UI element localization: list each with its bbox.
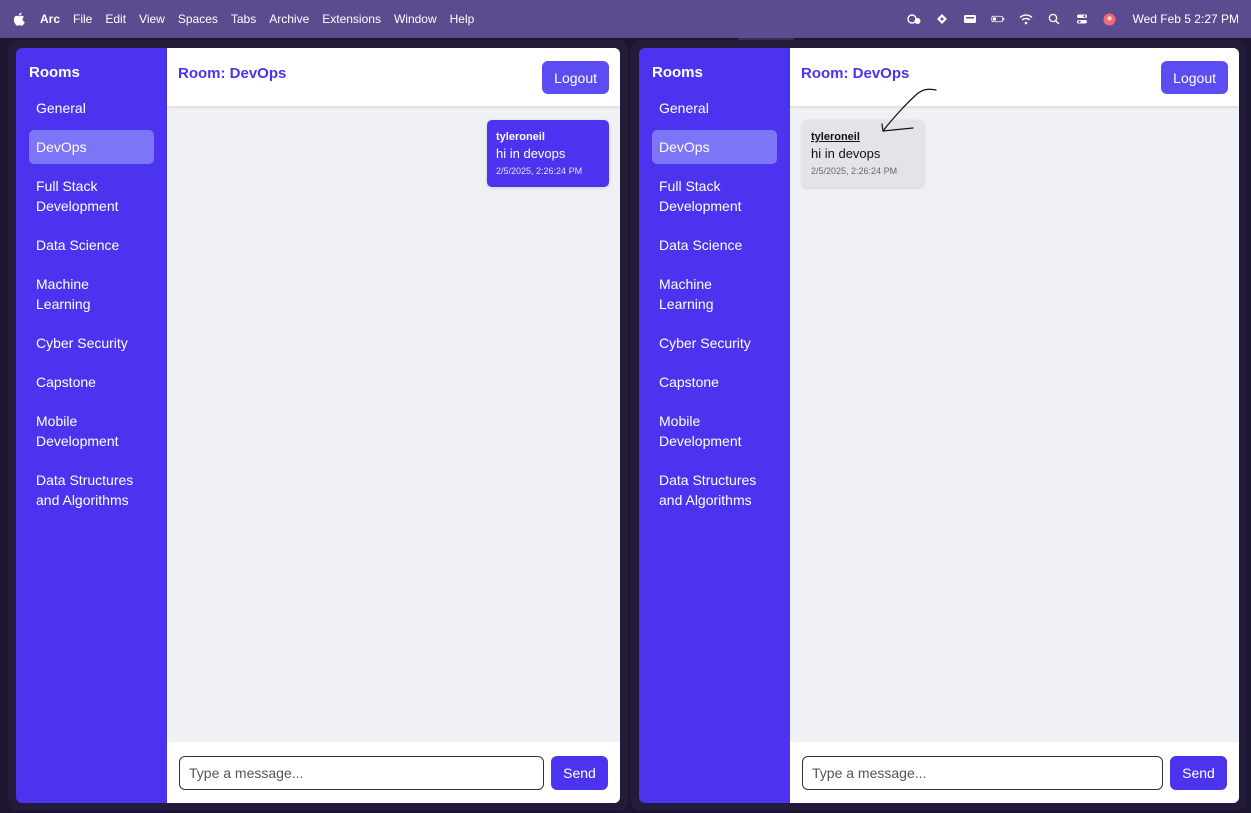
chat-main: Room: DevOps Logout tyleroneil hi in dev… <box>790 48 1239 803</box>
room-item-data-structures[interactable]: Data Structures and Algorithms <box>29 463 154 517</box>
room-item-general[interactable]: General <box>29 91 154 125</box>
browser-window-right: Rooms General DevOps Full Stack Developm… <box>631 40 1247 811</box>
message-composer: Send <box>790 742 1239 803</box>
menu-window[interactable]: Window <box>394 12 437 26</box>
room-item-general[interactable]: General <box>652 91 777 125</box>
rooms-sidebar: Rooms General DevOps Full Stack Developm… <box>639 48 790 803</box>
rooms-heading: Rooms <box>652 64 703 81</box>
room-item-mobile-development[interactable]: Mobile Development <box>652 404 777 458</box>
menu-extensions[interactable]: Extensions <box>322 12 381 26</box>
rooms-heading: Rooms <box>29 64 80 81</box>
room-item-devops[interactable]: DevOps <box>652 130 777 164</box>
message-timestamp: 2/5/2025, 2:26:24 PM <box>496 166 583 176</box>
room-item-full-stack-development[interactable]: Full Stack Development <box>29 169 154 223</box>
browser-window-left: Rooms General DevOps Full Stack Developm… <box>8 40 628 811</box>
send-button[interactable]: Send <box>1170 755 1227 790</box>
user-avatar-icon[interactable] <box>1103 13 1117 25</box>
message-text: hi in devops <box>496 146 566 161</box>
keyboard-icon[interactable] <box>963 13 977 25</box>
chat-header: Room: DevOps Logout <box>167 48 620 106</box>
message-input[interactable] <box>802 755 1163 790</box>
menu-archive[interactable]: Archive <box>269 12 309 26</box>
message-author: tyleroneil <box>811 131 860 143</box>
message-list[interactable]: tyleroneil hi in devops 2/5/2025, 2:26:2… <box>167 106 620 742</box>
message-author: tyleroneil <box>496 131 545 143</box>
wifi-icon[interactable] <box>1019 13 1033 25</box>
chat-header: Room: DevOps Logout <box>790 48 1239 106</box>
macos-menu-bar: Arc File Edit View Spaces Tabs Archive E… <box>0 0 1251 38</box>
chat-app: Rooms General DevOps Full Stack Developm… <box>639 48 1239 803</box>
room-item-data-structures[interactable]: Data Structures and Algorithms <box>652 463 777 517</box>
message-timestamp: 2/5/2025, 2:26:24 PM <box>811 166 898 176</box>
room-item-mobile-development[interactable]: Mobile Development <box>29 404 154 458</box>
message-bubble-own: tyleroneil hi in devops 2/5/2025, 2:26:2… <box>487 120 609 187</box>
menu-help[interactable]: Help <box>450 12 475 26</box>
menu-spaces[interactable]: Spaces <box>178 12 218 26</box>
menu-view[interactable]: View <box>139 12 165 26</box>
battery-icon[interactable] <box>990 13 1005 25</box>
message-text: hi in devops <box>811 146 881 161</box>
menu-file[interactable]: File <box>73 12 92 26</box>
room-item-full-stack-development[interactable]: Full Stack Development <box>652 169 777 223</box>
menu-edit[interactable]: Edit <box>105 12 126 26</box>
apple-icon[interactable] <box>12 11 26 27</box>
room-item-data-science[interactable]: Data Science <box>652 228 777 262</box>
timer-icon[interactable] <box>906 13 921 25</box>
message-input[interactable] <box>179 755 544 790</box>
room-item-capstone[interactable]: Capstone <box>652 365 777 399</box>
room-item-devops[interactable]: DevOps <box>29 130 154 164</box>
menu-arc[interactable]: Arc <box>40 12 60 26</box>
menubar-clock[interactable]: Wed Feb 5 2:27 PM <box>1133 12 1240 26</box>
message-composer: Send <box>167 742 620 803</box>
room-item-cyber-security[interactable]: Cyber Security <box>652 326 777 360</box>
room-title: Room: DevOps <box>178 65 287 82</box>
rooms-sidebar: Rooms General DevOps Full Stack Developm… <box>16 48 167 803</box>
room-item-machine-learning[interactable]: Machine Learning <box>29 267 154 321</box>
room-item-data-science[interactable]: Data Science <box>29 228 154 262</box>
search-icon[interactable] <box>1047 13 1061 25</box>
logout-button[interactable]: Logout <box>1161 61 1228 94</box>
chat-app: Rooms General DevOps Full Stack Developm… <box>16 48 620 803</box>
status-area: Wed Feb 5 2:27 PM <box>906 12 1240 26</box>
send-button[interactable]: Send <box>551 755 608 790</box>
room-item-cyber-security[interactable]: Cyber Security <box>29 326 154 360</box>
menu-tabs[interactable]: Tabs <box>231 12 256 26</box>
message-list[interactable]: tyleroneil hi in devops 2/5/2025, 2:26:2… <box>790 106 1239 742</box>
chat-main: Room: DevOps Logout tyleroneil hi in dev… <box>167 48 620 803</box>
location-icon[interactable] <box>935 13 949 25</box>
message-bubble-other: tyleroneil hi in devops 2/5/2025, 2:26:2… <box>802 120 924 187</box>
room-item-machine-learning[interactable]: Machine Learning <box>652 267 777 321</box>
room-item-capstone[interactable]: Capstone <box>29 365 154 399</box>
room-title: Room: DevOps <box>801 65 910 82</box>
control-center-icon[interactable] <box>1075 13 1089 25</box>
logout-button[interactable]: Logout <box>542 61 609 94</box>
